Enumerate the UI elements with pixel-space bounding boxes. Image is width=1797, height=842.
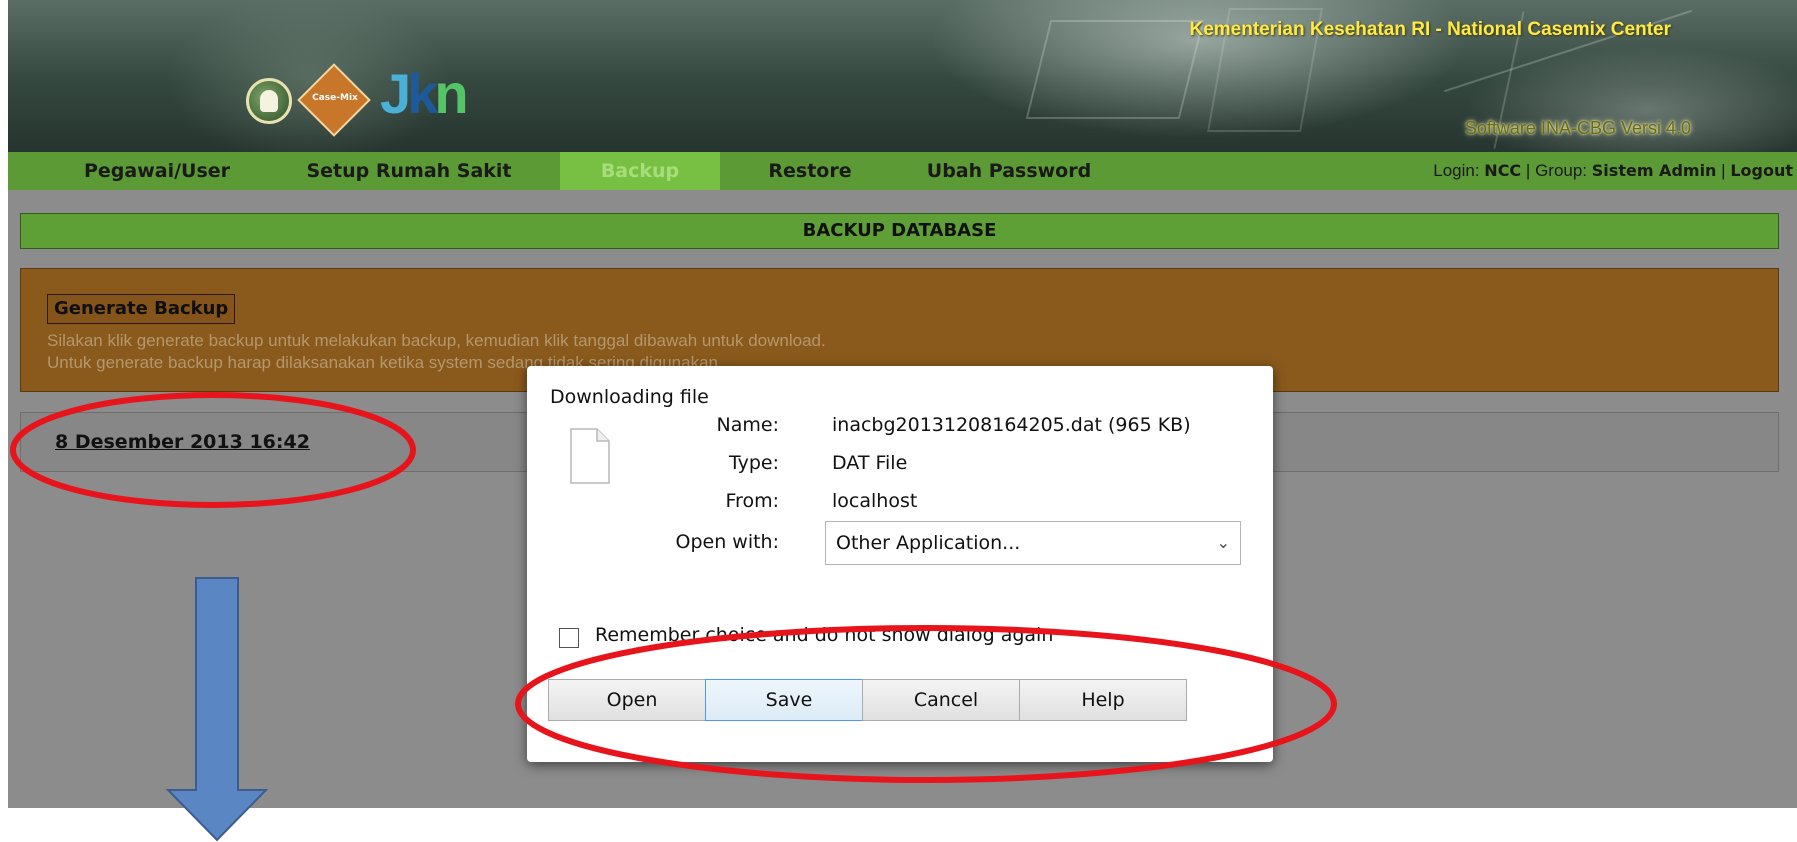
type-label: Type: (728, 452, 779, 474)
open-button[interactable]: Open (548, 679, 716, 721)
open-with-value: Other Application... (836, 532, 1021, 554)
jkn-logo-k: k (407, 62, 438, 125)
main-nav: Pegawai/User Setup Rumah Sakit Backup Re… (8, 152, 1797, 190)
file-name-value: inacbg20131208164205.dat (965 KB) (832, 414, 1191, 436)
jkn-logo-j: J (380, 62, 411, 125)
jkn-logo: Jkn (380, 62, 469, 125)
remember-choice-label[interactable]: Remember choice and do not show dialog a… (595, 624, 1053, 646)
from-label: From: (725, 490, 779, 512)
nav-item-restore[interactable]: Restore (730, 152, 890, 190)
nav-item-backup[interactable]: Backup (560, 152, 720, 190)
save-button[interactable]: Save (705, 679, 873, 721)
name-label: Name: (716, 414, 779, 436)
jkn-logo-n: n (434, 62, 468, 125)
login-user: NCC (1484, 161, 1522, 180)
download-dialog: Downloading file Name: inacbg20131208164… (527, 366, 1273, 762)
separator: | (1525, 161, 1531, 180)
open-with-label: Open with: (675, 531, 780, 553)
header-banner: Case-Mix Jkn Kementerian Kesehatan RI - … (8, 0, 1797, 152)
generate-backup-button[interactable]: Generate Backup (47, 294, 236, 324)
chevron-down-icon: ⌄ (1216, 533, 1230, 552)
dialog-title: Downloading file (550, 386, 709, 408)
group-name: Sistem Admin (1591, 161, 1717, 180)
cancel-button[interactable]: Cancel (862, 679, 1030, 721)
open-with-select[interactable]: Other Application... ⌄ (825, 521, 1241, 565)
agency-title: Kementerian Kesehatan RI - National Case… (1189, 19, 1672, 40)
help-button[interactable]: Help (1019, 679, 1187, 721)
casemix-logo-text: Case-Mix (312, 93, 358, 103)
instruction-text: Silakan klik generate backup untuk melak… (47, 331, 826, 350)
banner-decoration (1025, 20, 1205, 119)
software-version: Software INA-CBG Versi 4.0 (1464, 118, 1691, 138)
nav-item-setup-rumah-sakit[interactable]: Setup Rumah Sakit (270, 152, 548, 190)
nav-item-pegawai-user[interactable]: Pegawai/User (52, 152, 262, 190)
logout-link[interactable]: Logout (1730, 161, 1793, 180)
login-label: Login: (1433, 161, 1480, 180)
separator: | (1721, 161, 1726, 180)
backup-file-link[interactable]: 8 Desember 2013 16:42 (55, 431, 310, 453)
remember-choice-checkbox[interactable] (559, 628, 579, 648)
file-type-value: DAT File (832, 452, 908, 474)
section-title: BACKUP DATABASE (20, 213, 1779, 249)
group-label: Group: (1535, 161, 1588, 180)
file-icon (570, 428, 610, 484)
kemenkes-logo (246, 78, 292, 124)
from-value: localhost (832, 490, 918, 512)
login-info: Login: NCC | Group: Sistem Admin | Logou… (1433, 152, 1793, 190)
nav-item-ubah-password[interactable]: Ubah Password (900, 152, 1118, 190)
